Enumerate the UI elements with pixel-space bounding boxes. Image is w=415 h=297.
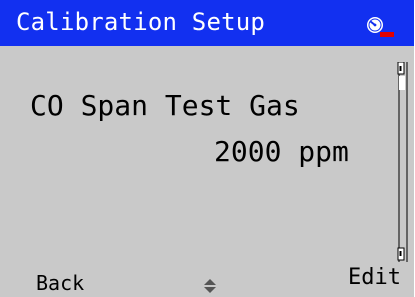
title-bar: Calibration Setup [0,0,414,46]
up-down-arrows-icon[interactable] [200,273,220,297]
pump-status-icon [367,17,394,37]
screen-title: Calibration Setup [16,8,266,36]
parameter-label: CO Span Test Gas [30,89,300,122]
parameter-value[interactable]: 2000 ppm [214,134,349,170]
vertical-scrollbar[interactable] [396,62,408,262]
edit-softkey[interactable]: Edit [348,263,401,293]
back-softkey[interactable]: Back [36,270,84,296]
device-screen: Calibration Setup CO Span Test Gas 2000 … [0,0,414,297]
